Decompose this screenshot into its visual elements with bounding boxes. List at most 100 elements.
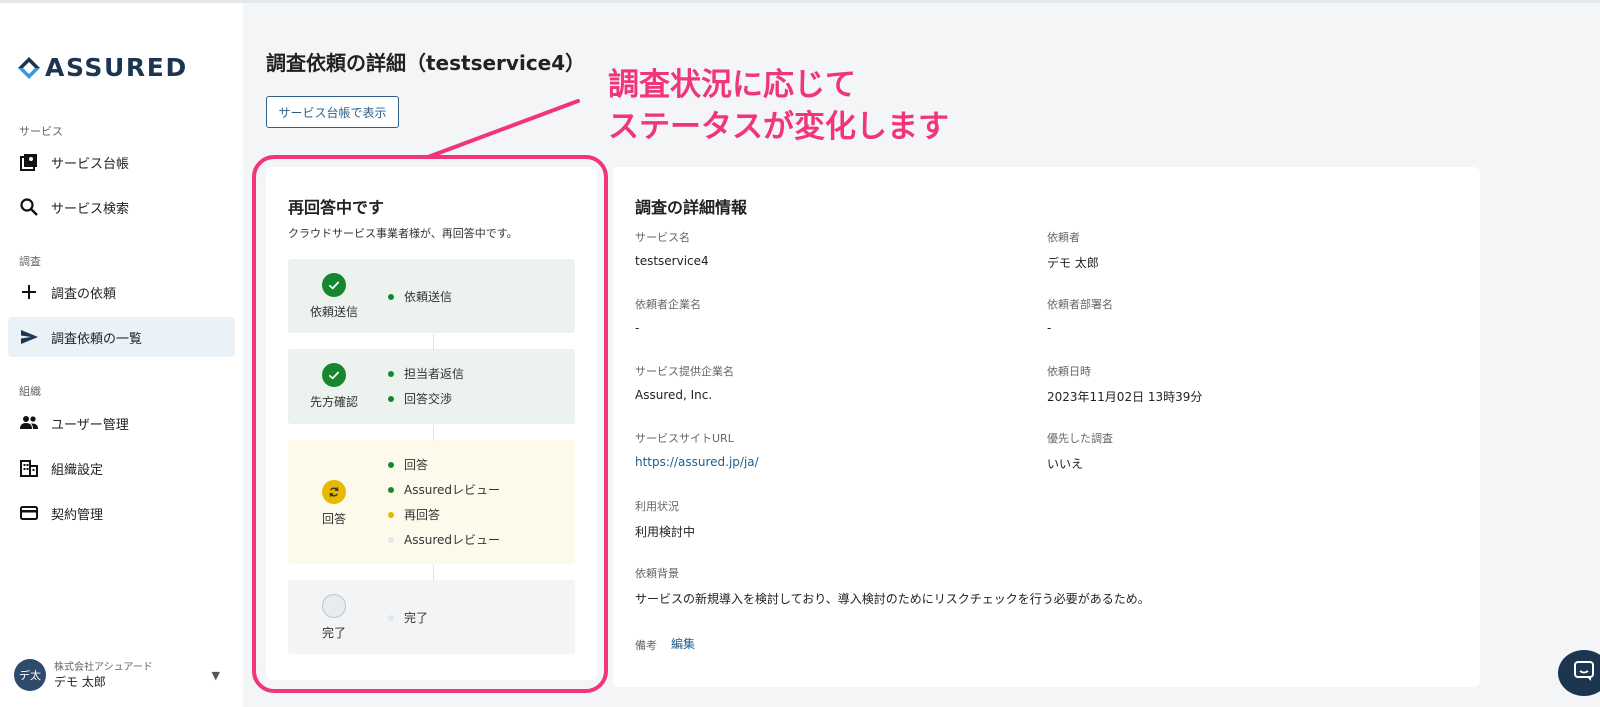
section-label-survey: 調査: [19, 255, 41, 268]
background-label: 依頼背景: [635, 567, 679, 580]
sidebar-item-label: 調査の依頼: [51, 286, 117, 302]
step-pending-dot: [388, 536, 394, 543]
building-icon: [18, 457, 40, 479]
sidebar-item-request-list[interactable]: 調査依頼の一覧: [8, 317, 235, 357]
status-title: 再回答中です: [288, 198, 385, 217]
stage-label: 先方確認: [309, 395, 358, 409]
stage-connector: [433, 425, 434, 441]
sidebar-item-user-management[interactable]: ユーザー管理: [8, 403, 235, 443]
sidebar-item-label: 契約管理: [51, 507, 104, 523]
requester-company-value: -: [635, 321, 640, 335]
credit-card-icon: [18, 502, 40, 524]
stage-connector: [433, 334, 434, 350]
step-done-dot: [388, 293, 394, 300]
step-label: 回答: [404, 458, 429, 472]
check-circle-icon: [322, 273, 346, 297]
section-label-org: 組織: [19, 385, 41, 398]
step-pending-dot: [388, 614, 394, 621]
check-circle-icon: [322, 363, 346, 387]
step-label: 再回答: [404, 508, 441, 522]
provider-label: サービス提供企業名: [635, 365, 734, 378]
request-date-label: 依頼日時: [1047, 365, 1091, 378]
sidebar-item-service-search[interactable]: サービス検索: [8, 187, 235, 227]
sidebar-item-label: サービス検索: [51, 201, 130, 217]
sidebar-item-contract-management[interactable]: 契約管理: [8, 493, 235, 533]
notes-edit-link[interactable]: 編集: [671, 635, 695, 652]
stage-answer: 回答 回答 Assuredレビュー 再回答 Assuredレビュー: [288, 440, 575, 564]
sync-in-progress-icon: [322, 480, 346, 504]
usage-label: 利用状況: [635, 500, 679, 513]
requester-company-label: 依頼者企業名: [635, 298, 701, 311]
send-icon: [18, 326, 40, 348]
stage-steps: 担当者返信 回答交渉: [388, 361, 464, 411]
step-done-dot: [388, 486, 394, 493]
step-item: 再回答: [388, 502, 500, 527]
stage-steps: 完了: [388, 605, 428, 630]
background-value: サービスの新規導入を検討しており、導入検討のためにリスクチェックを行う必要がある…: [635, 592, 1150, 606]
sidebar-item-org-settings[interactable]: 組織設定: [8, 448, 235, 488]
sidebar-item-request-survey[interactable]: 調査の依頼: [8, 272, 235, 312]
step-item: 依頼送信: [388, 284, 452, 309]
assured-logo[interactable]: ASSURED: [16, 53, 188, 82]
step-done-dot: [388, 395, 394, 402]
step-done-dot: [388, 370, 394, 377]
step-label: 担当者返信: [404, 367, 465, 381]
pending-circle-icon: [322, 594, 346, 618]
chat-bubble-icon: [1572, 659, 1596, 687]
stage-steps: 依頼送信: [388, 284, 452, 309]
provider-value: Assured, Inc.: [635, 388, 713, 402]
step-label: Assuredレビュー: [404, 533, 500, 547]
usage-value: 利用検討中: [635, 525, 696, 539]
step-item: Assuredレビュー: [388, 527, 500, 552]
stage-request-sent: 依頼送信 依頼送信: [288, 259, 575, 333]
annotation-callout: 調査状況に応じて ステータスが変化します: [608, 64, 949, 148]
priority-value: いいえ: [1047, 457, 1084, 471]
priority-label: 優先した調査: [1047, 432, 1113, 445]
plus-icon: [18, 281, 40, 303]
caret-down-icon[interactable]: ▼: [212, 669, 220, 682]
request-date-value: 2023年11月02日 13時39分: [1047, 390, 1203, 404]
notes-label: 備考: [635, 639, 657, 652]
service-name-value: testservice4: [635, 254, 709, 268]
view-in-service-ledger-button[interactable]: サービス台帳で表示: [266, 96, 399, 128]
requester-value: デモ 太郎: [1047, 256, 1099, 270]
stage-steps: 回答 Assuredレビュー 再回答 Assuredレビュー: [388, 452, 500, 552]
sidebar-item-label: サービス台帳: [51, 156, 130, 172]
search-icon: [18, 196, 40, 218]
step-done-dot: [388, 461, 394, 468]
users-icon: [18, 412, 40, 434]
site-url-link[interactable]: https://assured.jp/ja/: [635, 455, 759, 469]
requester-dept-value: -: [1047, 321, 1052, 335]
requester-label: 依頼者: [1047, 231, 1080, 244]
page-title: 調査依頼の詳細（testservice4）: [266, 51, 586, 75]
step-item: 回答: [388, 452, 500, 477]
service-name-label: サービス名: [635, 231, 690, 244]
status-card: 再回答中です クラウドサービス事業者様が、再回答中です。 依頼送信 依頼送信 先…: [266, 167, 597, 680]
assured-logo-icon: [18, 56, 40, 79]
step-item: 担当者返信: [388, 361, 464, 386]
site-url-label: サービスサイトURL: [635, 432, 734, 445]
requester-dept-label: 依頼者部署名: [1047, 298, 1113, 311]
step-label: 完了: [404, 611, 429, 625]
sidebar-item-label: 調査依頼の一覧: [51, 331, 143, 347]
detail-title: 調査の詳細情報: [635, 198, 748, 217]
service-ledger-icon: [18, 151, 40, 173]
user-menu[interactable]: デ太 株式会社アシュアード デモ 太郎 ▼: [14, 657, 224, 693]
stage-label: 完了: [321, 626, 346, 640]
annotation-line-2: ステータスが変化します: [608, 109, 949, 145]
sidebar-item-label: 組織設定: [51, 462, 104, 478]
section-label-service: サービス: [19, 125, 63, 138]
chat-support-button[interactable]: [1558, 650, 1600, 696]
step-item: 完了: [388, 605, 428, 630]
avatar: デ太: [14, 659, 46, 691]
logo-text: ASSURED: [45, 53, 188, 82]
step-item: Assuredレビュー: [388, 477, 500, 502]
step-label: 依頼送信: [404, 290, 453, 304]
step-label: 回答交渉: [404, 392, 453, 406]
stage-label: 依頼送信: [309, 305, 358, 319]
stage-connector: [433, 565, 434, 581]
step-current-dot: [388, 511, 394, 518]
status-description: クラウドサービス事業者様が、再回答中です。: [288, 227, 518, 240]
survey-detail-card: 調査の詳細情報 サービス名 testservice4 依頼者 デモ 太郎 依頼者…: [613, 167, 1480, 687]
sidebar-item-service-ledger[interactable]: サービス台帳: [8, 142, 235, 182]
